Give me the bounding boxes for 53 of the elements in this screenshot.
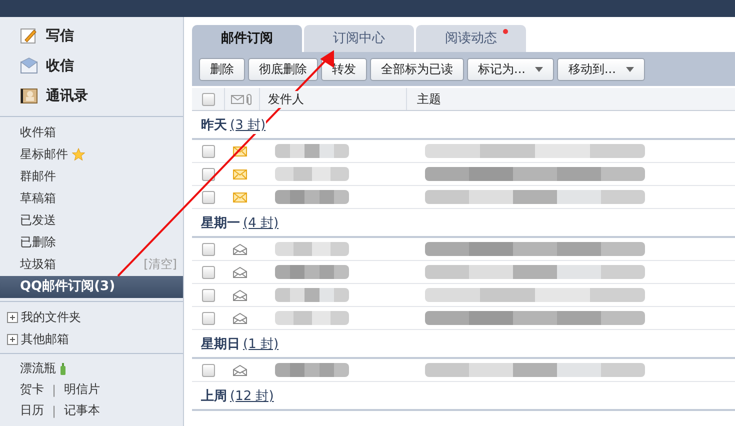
expand-toggle-icon[interactable]	[7, 312, 18, 322]
row-checkbox[interactable]	[202, 242, 215, 256]
sidebar-link[interactable]: 日历	[20, 402, 44, 419]
folder-item[interactable]: 星标邮件	[0, 143, 183, 165]
sidebar-action-link[interactable]: 写信	[46, 27, 74, 45]
separator-mark: |	[52, 404, 56, 418]
sidebar-link[interactable]: 明信片	[64, 381, 100, 398]
folder-item[interactable]: 已发送	[0, 209, 183, 231]
column-header[interactable]: 主题	[417, 90, 441, 108]
folder-item[interactable]: 垃圾箱 [清空]	[0, 253, 183, 275]
date-group-label: 星期日	[201, 335, 240, 353]
mail-count-link[interactable]: (1 封)	[243, 335, 279, 353]
sidebar-action-link[interactable]: 收信	[46, 57, 74, 75]
date-group-label: 昨天	[201, 116, 227, 134]
sidebar-link[interactable]: 贺卡	[20, 381, 44, 398]
row-checkbox[interactable]	[202, 288, 215, 302]
separator-mark: |	[52, 382, 56, 396]
toolbar-button[interactable]: 删除	[199, 58, 245, 81]
sidebar-link[interactable]: 漂流瓶	[20, 360, 56, 377]
row-checkbox[interactable]	[202, 266, 215, 278]
toolbar-button[interactable]: 移动到...	[557, 58, 645, 81]
folder-item[interactable]: QQ邮件订阅(3)	[0, 276, 183, 298]
row-checkbox[interactable]	[202, 190, 215, 204]
row-checkbox[interactable]	[202, 144, 215, 158]
envelope-attachment-icon	[231, 94, 253, 104]
folder-group-link[interactable]: 其他邮箱	[21, 330, 69, 348]
sidebar-action-link[interactable]: 通讯录	[46, 87, 88, 105]
envelope-icon	[20, 57, 38, 75]
row-checkbox[interactable]	[202, 168, 215, 180]
folder-item[interactable]: 收件箱	[0, 121, 183, 143]
date-group-label: 星期一	[201, 214, 240, 232]
date-group-label: 上周	[201, 387, 227, 405]
column-header[interactable]: 发件人	[268, 90, 304, 108]
mail-count-link[interactable]: (4 封)	[243, 214, 279, 232]
tab[interactable]: 邮件订阅	[192, 25, 302, 52]
pencil-note-icon	[20, 27, 38, 45]
folder-item[interactable]: 已删除	[0, 231, 183, 253]
sidebar-link[interactable]: 记事本	[64, 402, 100, 419]
folder-item[interactable]: 群邮件	[0, 165, 183, 187]
folder-group-link[interactable]: 我的文件夹	[21, 308, 81, 326]
row-checkbox[interactable]	[202, 312, 215, 324]
row-checkbox[interactable]	[202, 364, 215, 376]
toolbar-button[interactable]: 彻底删除	[248, 58, 318, 81]
folder-item[interactable]: 草稿箱	[0, 187, 183, 209]
mail-count-link[interactable]: (3 封)	[230, 116, 266, 134]
tab[interactable]: 订阅中心	[304, 25, 414, 52]
expand-toggle-icon[interactable]	[7, 334, 18, 344]
select-all-checkbox[interactable]	[202, 92, 214, 106]
toolbar-button[interactable]: 全部标为已读	[370, 58, 464, 81]
tab[interactable]: 阅读动态	[416, 25, 526, 52]
mail-count-link[interactable]: (12 封)	[230, 387, 274, 405]
toolbar-button[interactable]: 标记为...	[467, 58, 554, 81]
contact-card-icon	[20, 87, 38, 105]
